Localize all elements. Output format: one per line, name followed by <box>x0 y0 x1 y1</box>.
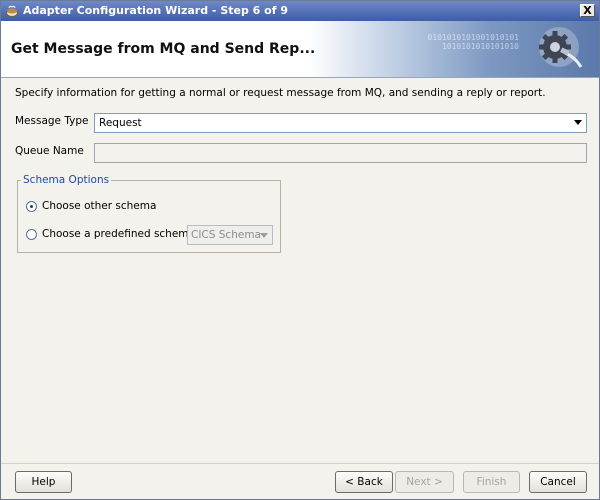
schema-options-legend: Schema Options <box>21 174 112 186</box>
instructions-text: Specify information for getting a normal… <box>15 87 546 99</box>
finish-button[interactable]: Finish <box>463 471 520 493</box>
gear-plug-icon <box>539 27 583 68</box>
wizard-window: Adapter Configuration Wizard - Step 6 of… <box>0 0 600 500</box>
close-icon: X <box>583 4 592 17</box>
radio-predefined-label: Choose a predefined schema <box>42 228 195 240</box>
queue-name-field[interactable] <box>94 143 587 163</box>
radio-choose-predefined-schema[interactable]: Choose a predefined schema <box>26 228 195 240</box>
chevron-down-icon <box>260 233 268 238</box>
predefined-schema-select[interactable]: CICS Schema <box>187 225 273 245</box>
chevron-down-icon <box>574 120 582 125</box>
window-title: Adapter Configuration Wizard - Step 6 of… <box>23 4 288 17</box>
radio-unselected-icon[interactable] <box>26 228 37 240</box>
radio-other-label: Choose other schema <box>42 200 157 212</box>
footer-divider <box>1 463 599 464</box>
title-bar[interactable]: Adapter Configuration Wizard - Step 6 of… <box>1 1 599 21</box>
back-button[interactable]: < Back <box>335 471 393 493</box>
message-type-select[interactable]: Request <box>94 113 587 133</box>
page-title: Get Message from MQ and Send Rep... <box>11 41 316 57</box>
help-button[interactable]: Help <box>15 471 72 493</box>
radio-selected-icon[interactable] <box>26 200 37 212</box>
message-type-label: Message Type <box>15 115 89 127</box>
cancel-button[interactable]: Cancel <box>529 471 587 493</box>
app-cup-icon <box>6 5 18 17</box>
radio-choose-other-schema[interactable]: Choose other schema <box>26 200 156 212</box>
message-type-value: Request <box>99 117 142 129</box>
step-banner: 0101010101001010101 1010101010101010 Get… <box>1 21 599 78</box>
close-button[interactable]: X <box>580 4 595 17</box>
banner-binary-pattern: 0101010101001010101 1010101010101010 <box>427 33 519 51</box>
next-button[interactable]: Next > <box>395 471 454 493</box>
queue-name-label: Queue Name <box>15 145 84 157</box>
predefined-schema-value: CICS Schema <box>191 229 261 241</box>
